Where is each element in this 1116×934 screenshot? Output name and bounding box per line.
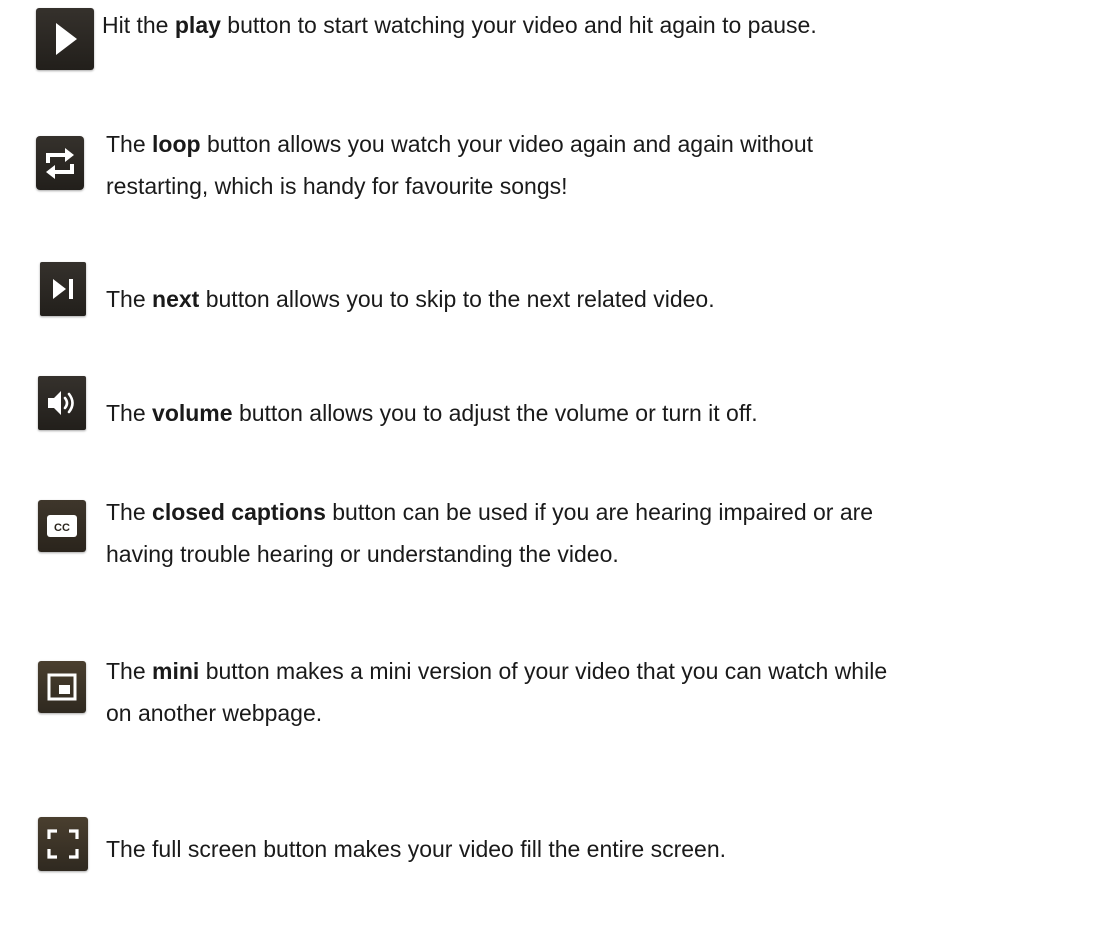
description-line: The full screen button makes your video … [106,836,727,862]
description-line: The loop button allows you watch your vi… [106,131,814,157]
keyword: mini [152,658,200,684]
description-line: The next button allows you to skip to th… [106,286,715,312]
description-line: The volume button allows you to adjust t… [106,400,758,426]
description-line: The mini button makes a mini version of … [106,658,888,684]
description-line: The closed captions button can be used i… [106,499,874,525]
description-line: Hit the play button to start watching yo… [102,12,817,38]
fullscreen-description: The full screen button makes your video … [106,828,726,870]
keyword: next [152,286,200,312]
volume-description: The volume button allows you to adjust t… [106,392,758,434]
description-line: restarting, which is handy for favourite… [106,173,568,199]
next-description: The next button allows you to skip to th… [106,278,715,320]
next-icon [40,262,86,316]
volume-icon [38,376,86,430]
cc-label: CC [54,522,70,534]
description-line: on another webpage. [106,700,323,726]
keyword: volume [152,400,233,426]
keyword: play [174,12,221,38]
mini-description: The mini button makes a mini version of … [106,650,887,734]
loop-description: The loop button allows you watch your vi… [106,123,813,207]
closed-captions-description: The closed captions button can be used i… [106,491,873,575]
mini-player-icon [38,661,86,713]
keyword: loop [152,131,201,157]
fullscreen-icon [38,817,88,871]
description-line: having trouble hearing or understanding … [106,541,619,567]
play-icon [36,8,94,70]
closed-captions-icon: CC [38,500,86,552]
keyword: closed captions [152,499,326,525]
loop-icon [36,136,84,190]
play-description: Hit the play button to start watching yo… [102,4,817,46]
